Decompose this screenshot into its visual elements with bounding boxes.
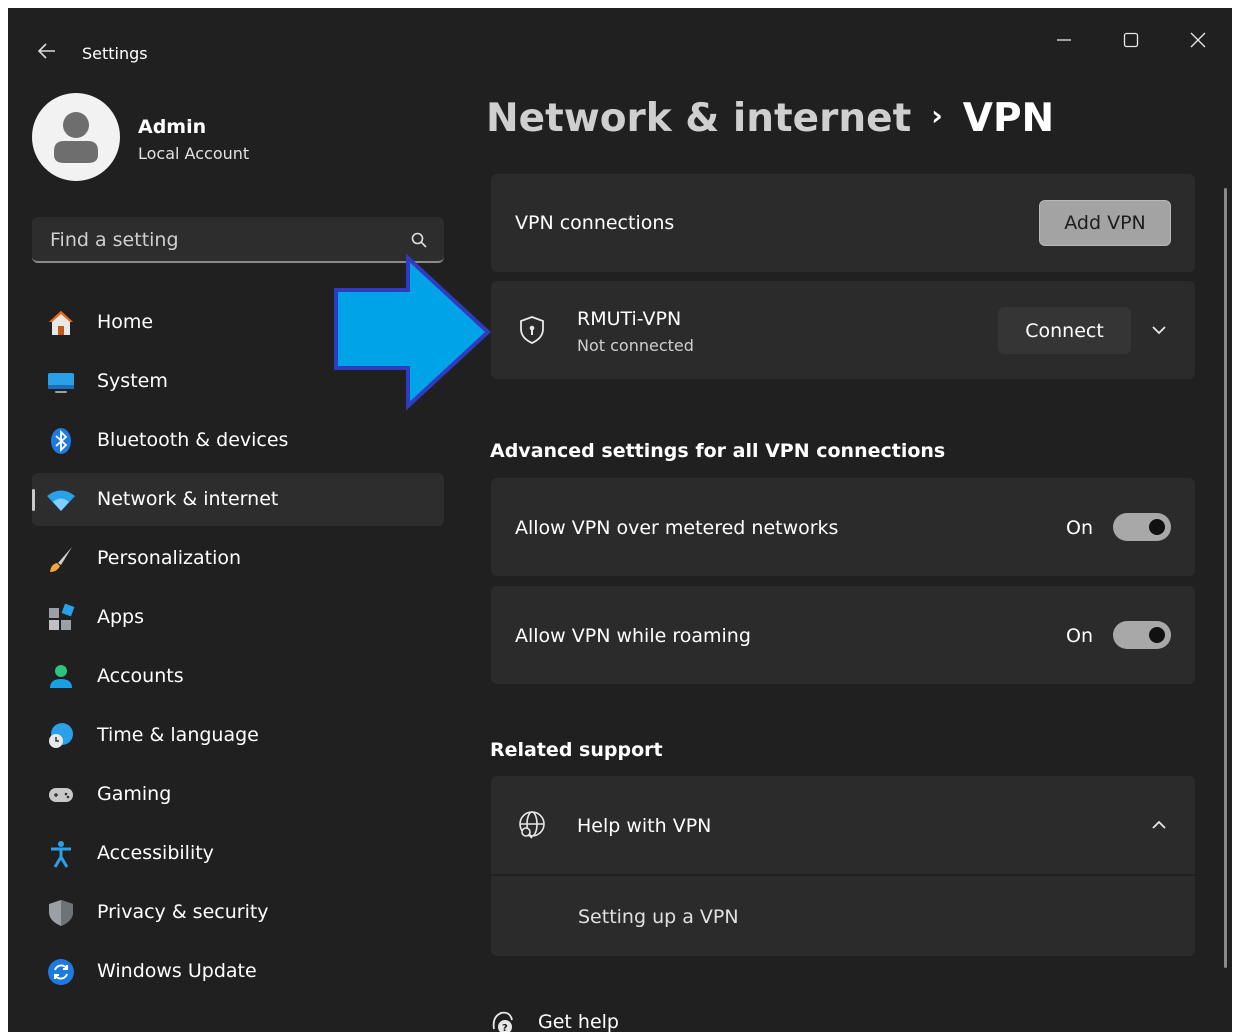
breadcrumb: Network & internet › VPN (486, 96, 1054, 141)
svg-text:?: ? (502, 1023, 508, 1032)
metered-toggle-state: On (1066, 517, 1093, 539)
sidebar-item-time-language[interactable]: Time & language (32, 709, 444, 762)
help-with-vpn-label: Help with VPN (577, 815, 712, 837)
sidebar-item-label: Windows Update (97, 960, 257, 982)
maximize-button[interactable] (1107, 20, 1153, 60)
metered-networks-toggle[interactable] (1113, 513, 1171, 541)
breadcrumb-separator: › (931, 99, 943, 132)
sidebar-item-label: Bluetooth & devices (97, 429, 289, 451)
scrollbar[interactable] (1224, 188, 1227, 968)
vpn-connection-item[interactable]: RMUTi-VPN Not connected Connect (491, 281, 1195, 379)
roaming-label: Allow VPN while roaming (515, 625, 751, 647)
globe-clock-icon (46, 721, 76, 751)
bluetooth-icon (46, 426, 76, 456)
sidebar-item-apps[interactable]: Apps (32, 591, 444, 644)
page-title: VPN (962, 96, 1055, 141)
minimize-button[interactable] (1040, 20, 1086, 60)
sidebar-item-windows-update[interactable]: Windows Update (32, 945, 444, 998)
brush-icon (46, 544, 76, 574)
sidebar-item-label: Apps (97, 606, 145, 628)
get-help-link[interactable]: Get help (538, 1011, 619, 1032)
sidebar-item-label: Privacy & security (97, 901, 269, 923)
sidebar-item-personalization[interactable]: Personalization (32, 532, 444, 585)
search-box[interactable] (32, 217, 444, 263)
get-help-icon: ? (490, 1009, 516, 1032)
chevron-up-icon[interactable] (1151, 817, 1167, 833)
window-title: Settings (82, 44, 148, 63)
system-icon (46, 367, 76, 397)
breadcrumb-parent[interactable]: Network & internet (486, 96, 911, 141)
sidebar-item-network[interactable]: Network & internet (32, 473, 444, 526)
advanced-settings-heading: Advanced settings for all VPN connection… (490, 440, 946, 462)
apps-icon (46, 603, 76, 633)
metered-networks-label: Allow VPN over metered networks (515, 517, 839, 539)
sidebar-item-system[interactable]: System (32, 355, 444, 408)
help-content-panel: Setting up a VPN (491, 876, 1195, 956)
accounts-icon (46, 662, 76, 692)
connect-button[interactable]: Connect (998, 307, 1131, 354)
vpn-connections-label: VPN connections (515, 212, 675, 234)
setting-up-vpn-link[interactable]: Setting up a VPN (578, 906, 739, 928)
sidebar-item-label: Network & internet (97, 488, 279, 510)
user-name: Admin (138, 116, 207, 138)
sidebar-item-label: Gaming (97, 783, 172, 805)
avatar[interactable] (32, 93, 120, 181)
close-button[interactable] (1174, 20, 1220, 60)
settings-window: Settings Admin Local Account Home (8, 8, 1232, 1032)
accessibility-icon (46, 839, 76, 869)
sidebar-item-label: Accounts (97, 665, 184, 687)
shield-icon (46, 898, 76, 928)
update-icon (46, 957, 76, 987)
person-icon (54, 112, 98, 163)
search-input[interactable] (48, 226, 392, 254)
sidebar-item-label: Accessibility (97, 842, 214, 864)
related-support-heading: Related support (490, 739, 663, 761)
sidebar-item-accessibility[interactable]: Accessibility (32, 827, 444, 880)
home-icon (46, 308, 76, 338)
wifi-icon (46, 485, 76, 515)
vpn-shield-icon (516, 314, 548, 346)
vpn-status: Not connected (577, 336, 694, 355)
sidebar-item-bluetooth[interactable]: Bluetooth & devices (32, 414, 444, 467)
roaming-toggle-state: On (1066, 625, 1093, 647)
account-type: Local Account (138, 144, 250, 163)
sidebar-item-label: Time & language (97, 724, 259, 746)
sidebar-item-label: System (97, 370, 168, 392)
sidebar-item-home[interactable]: Home (32, 296, 444, 349)
vpn-connections-card: VPN connections Add VPN (491, 174, 1195, 272)
gamepad-icon (46, 780, 76, 810)
metered-networks-setting: Allow VPN over metered networks On (491, 478, 1195, 576)
globe-search-icon (516, 809, 548, 841)
sidebar-item-label: Home (97, 311, 154, 333)
sidebar-item-label: Personalization (97, 547, 242, 569)
help-with-vpn-header[interactable]: Help with VPN (491, 776, 1195, 874)
back-arrow-icon[interactable] (36, 40, 58, 62)
search-icon[interactable] (410, 231, 428, 249)
sidebar-item-gaming[interactable]: Gaming (32, 768, 444, 821)
roaming-toggle[interactable] (1113, 621, 1171, 649)
sidebar-item-privacy[interactable]: Privacy & security (32, 886, 444, 939)
sidebar-nav: Home System Bluetooth & devices Network … (32, 296, 444, 1004)
add-vpn-button[interactable]: Add VPN (1039, 200, 1171, 246)
roaming-setting: Allow VPN while roaming On (491, 586, 1195, 684)
chevron-down-icon[interactable] (1151, 322, 1167, 338)
sidebar-item-accounts[interactable]: Accounts (32, 650, 444, 703)
vpn-name: RMUTi-VPN (577, 308, 682, 330)
